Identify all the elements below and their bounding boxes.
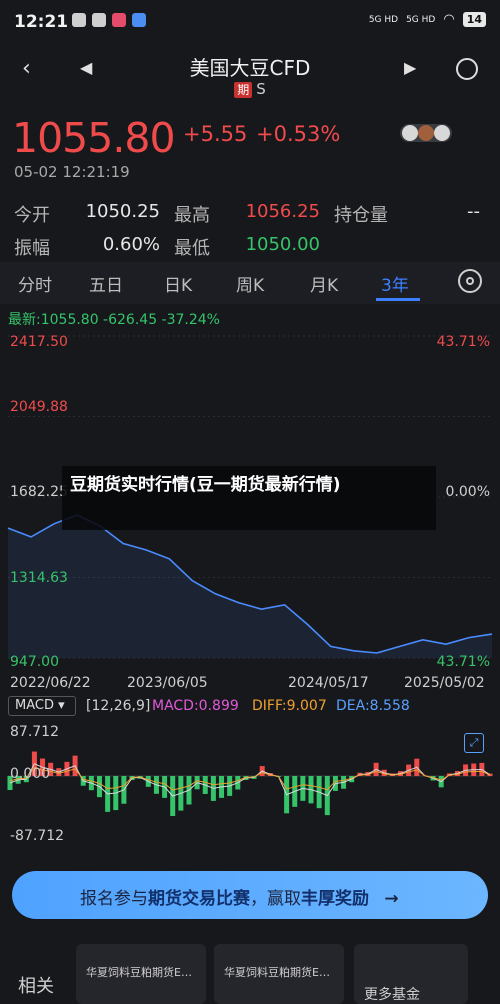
network-label: 5G HD — [368, 14, 399, 25]
tab-daily-k[interactable]: 日K — [164, 271, 192, 296]
price-change: +5.55 — [183, 122, 248, 146]
article-title-overlay: 豆​期货实时行情(豆一期货最新行情) — [62, 466, 436, 530]
latest-readout: 最新:1055.80 -626.45 -37.24% — [8, 312, 220, 328]
y-tick-label: 1314.63 — [10, 570, 68, 586]
macd-params: [12,26,9] — [86, 698, 151, 714]
x-tick-label: 2024/05/17 — [288, 675, 369, 691]
fund-name: 华夏饲料豆粕期货E… — [224, 966, 330, 979]
arrow-right-icon: → — [384, 889, 399, 909]
related-label: 相关 — [18, 976, 54, 997]
open-label: 今开 — [14, 205, 50, 226]
banner-pre: 报名参与 — [80, 889, 148, 909]
diff-value: DIFF:9.007 — [252, 698, 327, 714]
oi-label: 持仓量 — [334, 205, 388, 226]
clock: 12:21 — [14, 12, 69, 32]
last-price: 1055.80 — [12, 114, 176, 162]
y-right-tick-label: 43.71% — [436, 334, 490, 350]
x-axis: 2022/06/22 2023/06/05 2024/05/17 2025/05… — [0, 675, 500, 693]
price-area — [8, 515, 492, 658]
network-label: 5G HD — [406, 14, 436, 25]
symbol-suffix: S — [256, 80, 266, 98]
battery-icon: 14 — [462, 12, 486, 27]
y-right-tick-label: 0.00% — [445, 484, 490, 500]
more-funds-card[interactable]: 更多基金 — [354, 944, 468, 1004]
status-bar: 12:21 5G HD 5G HD ◠ 14 — [0, 0, 500, 44]
toggle-dot — [434, 125, 450, 141]
related-fund-card[interactable]: 华夏饲料豆粕期货E… — [76, 944, 206, 1004]
fund-name: 华夏饲料豆粕期货E… — [86, 966, 192, 979]
x-tick-label: 2022/06/22 — [10, 675, 91, 691]
app-icon — [92, 13, 106, 27]
tab-three-year[interactable]: 3年 — [381, 271, 409, 296]
banner-mid: ，赢取 — [250, 889, 301, 909]
app-icon — [132, 13, 146, 27]
indicator-select-label: MACD — [15, 698, 54, 713]
search-icon[interactable] — [456, 58, 478, 80]
system-indicators: 5G HD 5G HD ◠ 14 — [369, 12, 486, 27]
macd-zero-label: 0.000 — [10, 766, 51, 782]
page-subtitle: 期S — [0, 80, 500, 98]
toggle-dot — [418, 125, 434, 141]
article-title: 豆​期货实时行情(豆一期货最新行情) — [70, 475, 341, 495]
expand-icon[interactable]: ⤢ — [464, 733, 484, 753]
indicator-toggle[interactable] — [400, 124, 452, 142]
tab-intraday[interactable]: 分时 — [18, 271, 52, 296]
x-tick-label: 2025/05/02 — [404, 675, 485, 691]
amplitude-label: 振幅 — [14, 238, 50, 259]
futures-badge: 期 — [234, 82, 253, 98]
x-tick-label: 2023/06/05 — [127, 675, 208, 691]
banner-highlight: 期货交易比赛 — [148, 889, 250, 909]
quote-time: 05-02 12:21:19 — [14, 163, 130, 181]
y-tick-label: 947.00 — [10, 654, 59, 670]
period-tabs: 分时 五日 日K 周K 月K 3年 — [0, 262, 500, 304]
tab-weekly-k[interactable]: 周K — [236, 271, 264, 296]
active-tab-indicator — [376, 298, 420, 301]
open-value: 1050.25 — [85, 201, 160, 222]
top-nav: ‹ ◀ 美国大豆CFD 期S ▶ — [0, 44, 500, 100]
app-icon — [112, 13, 126, 27]
banner-text: 报名参与期货交易比赛，赢取丰厚奖励 → — [80, 884, 399, 909]
contest-banner[interactable]: 报名参与期货交易比赛，赢取丰厚奖励 → — [12, 871, 488, 919]
macd-chart[interactable] — [0, 720, 500, 850]
indicator-select[interactable]: MACD ▾ — [8, 696, 76, 716]
macd-histogram — [7, 751, 493, 816]
toggle-dot — [402, 125, 418, 141]
more-funds-label: 更多基金 — [364, 987, 420, 1003]
low-value: 1050.00 — [245, 234, 320, 255]
macd-value: MACD:0.899 — [152, 698, 239, 714]
oi-value: -- — [467, 201, 480, 222]
related-fund-card[interactable]: 华夏饲料豆粕期货E… — [214, 944, 344, 1004]
low-label: 最低 — [174, 238, 210, 259]
price-change-pct: +0.53% — [256, 122, 341, 146]
high-value: 1056.25 — [245, 201, 320, 222]
tab-monthly-k[interactable]: 月K — [310, 271, 338, 296]
y-right-tick-label: 43.71% — [436, 654, 490, 670]
wifi-icon: ◠ — [443, 12, 455, 27]
y-tick-label: 2417.50 — [10, 334, 68, 350]
y-tick-label: 1682.25 — [10, 484, 68, 500]
macd-bottom-label: -87.712 — [10, 828, 65, 844]
tab-five-day[interactable]: 五日 — [89, 271, 123, 296]
macd-top-label: 87.712 — [10, 724, 59, 740]
page-title: 美国大豆CFD — [189, 56, 311, 80]
app-icon — [72, 13, 86, 27]
y-tick-label: 2049.88 — [10, 399, 68, 415]
high-label: 最高 — [174, 205, 210, 226]
next-icon[interactable]: ▶ — [404, 58, 416, 77]
dea-value: DEA:8.558 — [336, 698, 410, 714]
amplitude-value: 0.60% — [102, 234, 160, 255]
banner-highlight: 丰厚奖励 — [301, 889, 369, 909]
settings-icon[interactable] — [458, 269, 482, 293]
notification-icons — [72, 13, 146, 27]
